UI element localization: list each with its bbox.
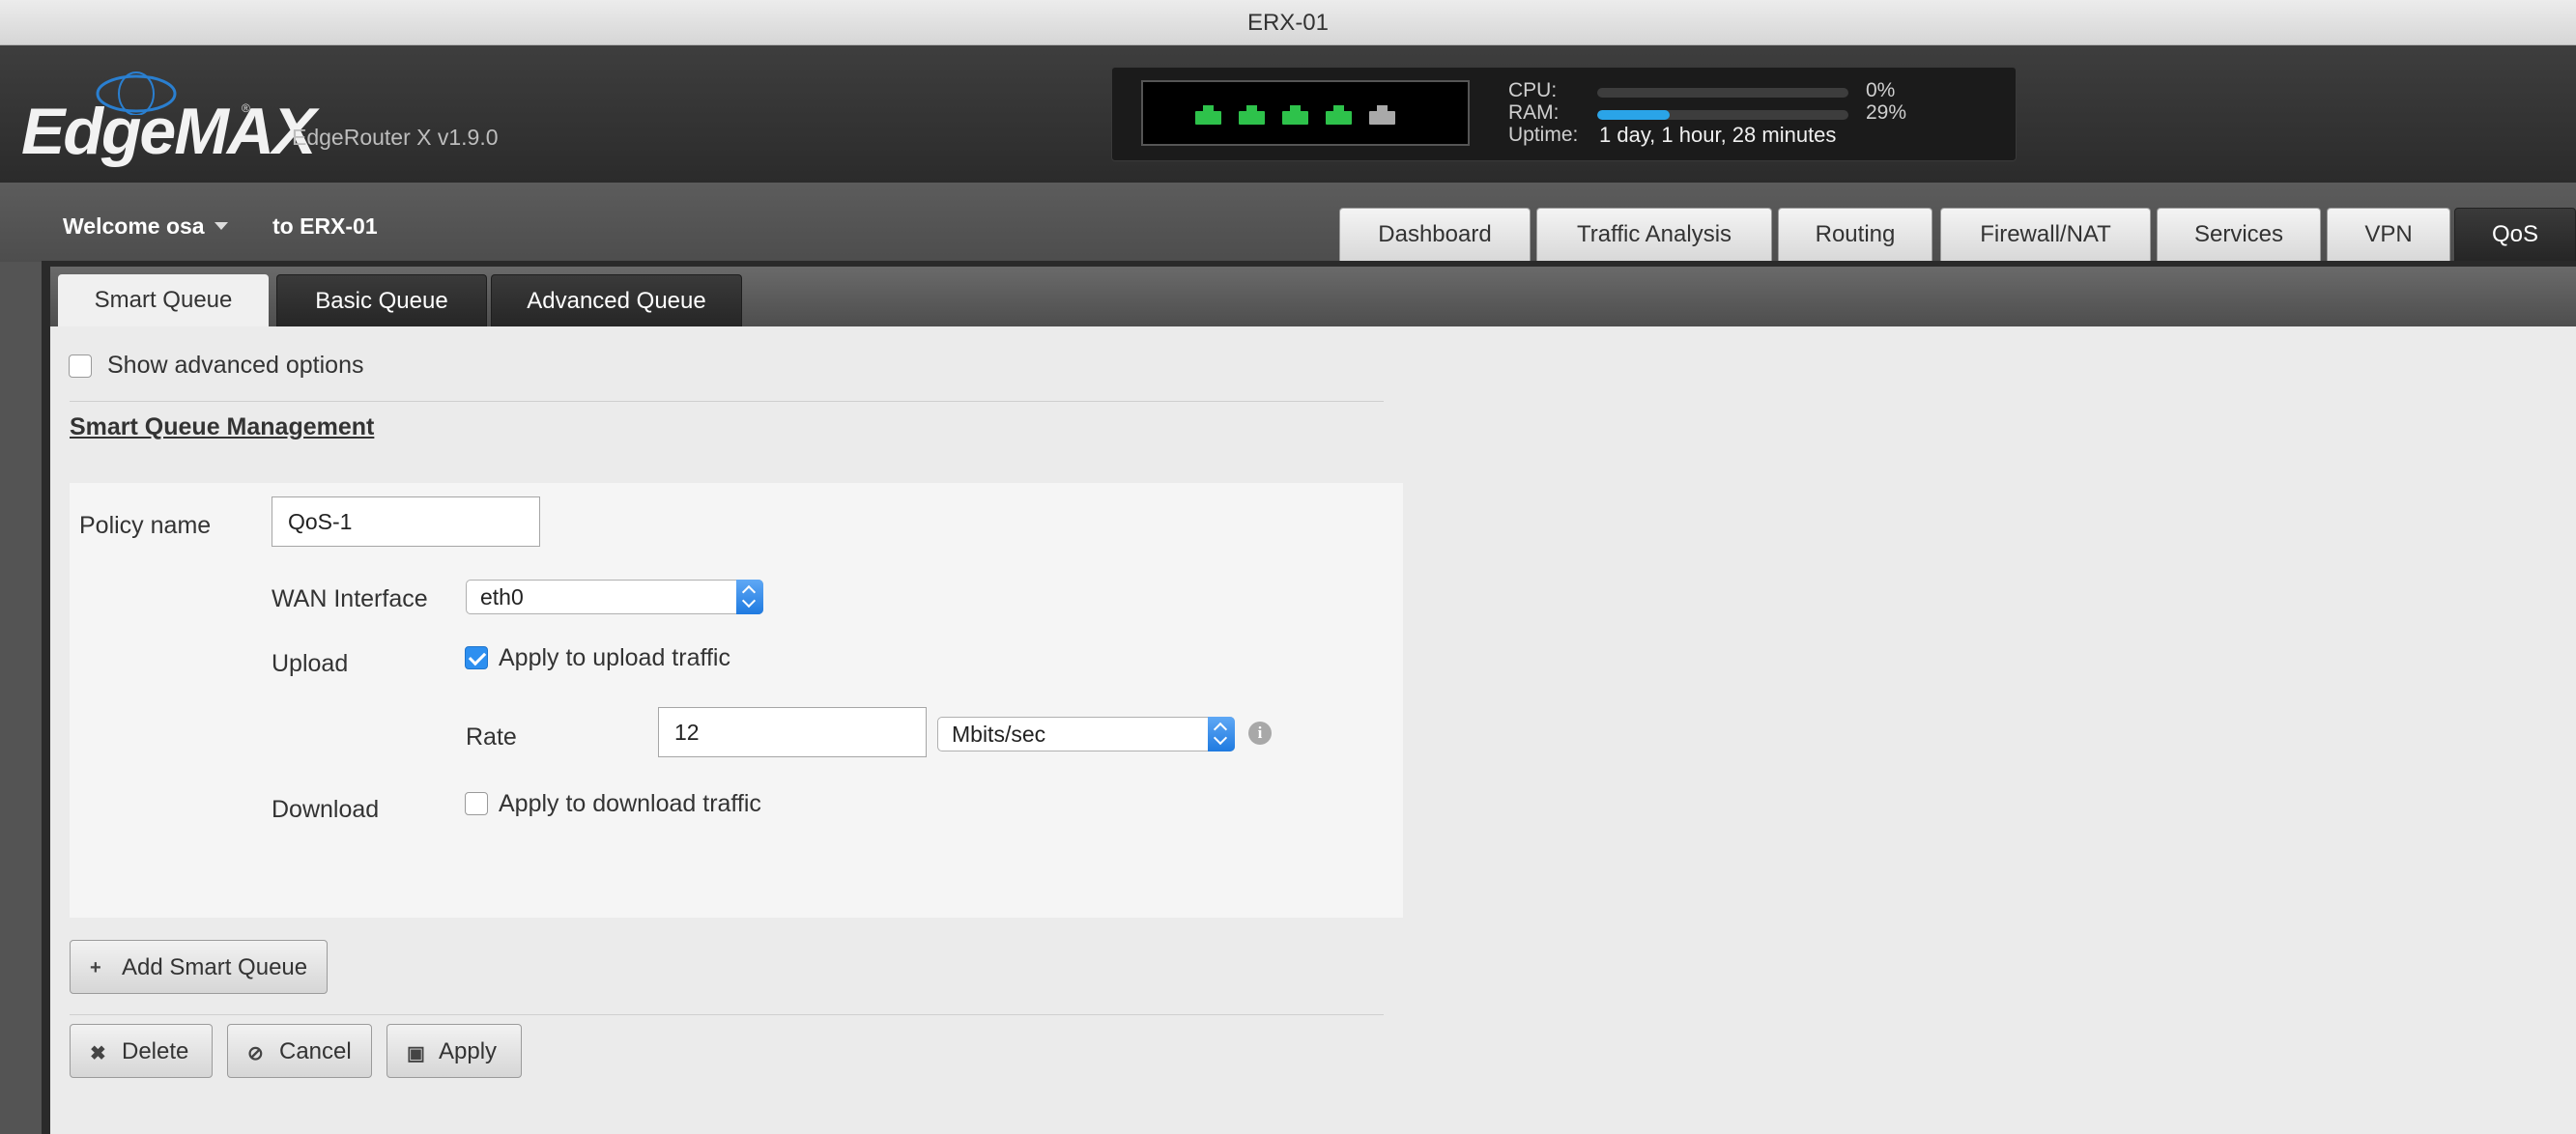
tab-dashboard[interactable]: Dashboard [1339, 208, 1531, 261]
select-arrows-icon[interactable] [736, 580, 763, 614]
show-advanced-checkbox[interactable] [69, 354, 92, 378]
logo-registered-mark: ® [242, 101, 250, 115]
edgemax-logo: EdgeMAX [21, 95, 316, 168]
wan-interface-select[interactable]: eth0 [466, 580, 763, 614]
wan-interface-value: eth0 [480, 584, 524, 610]
cancel-icon: ⊘ [247, 1043, 264, 1064]
subtab-advanced-queue[interactable]: Advanced Queue [491, 274, 742, 326]
uptime-label: Uptime: [1508, 124, 1579, 146]
subtab-basic-queue[interactable]: Basic Queue [276, 274, 487, 326]
divider [70, 401, 1384, 402]
tab-qos[interactable]: QoS [2454, 208, 2576, 261]
port-status-display [1141, 80, 1470, 146]
rate-unit-select[interactable]: Mbits/sec [937, 717, 1235, 751]
divider [70, 1014, 1384, 1015]
host-name: to ERX-01 [272, 213, 378, 239]
save-icon: ▣ [407, 1043, 425, 1064]
download-label: Download [272, 796, 380, 823]
tab-routing[interactable]: Routing [1778, 208, 1932, 261]
add-smart-queue-label: Add Smart Queue [122, 954, 308, 980]
rate-label: Rate [466, 723, 517, 751]
info-icon[interactable]: i [1248, 722, 1272, 745]
cancel-button[interactable]: ⊘ Cancel [227, 1024, 372, 1078]
ethernet-port-icon [1239, 105, 1265, 125]
x-icon: ✖ [90, 1043, 106, 1064]
ram-label: RAM: [1508, 101, 1560, 124]
rate-input[interactable]: 12 [658, 707, 927, 757]
upload-checkbox[interactable] [465, 646, 488, 669]
show-advanced-label[interactable]: Show advanced options [107, 352, 363, 380]
download-checkbox-label[interactable]: Apply to download traffic [499, 790, 761, 818]
window-titlebar: ERX-01 [0, 0, 2576, 45]
cpu-bar [1597, 88, 1848, 98]
subtab-smart-queue[interactable]: Smart Queue [58, 274, 269, 326]
apply-button[interactable]: ▣ Apply [386, 1024, 522, 1078]
tab-traffic-analysis[interactable]: Traffic Analysis [1536, 208, 1772, 261]
app-header: EdgeMAX ® EdgeRouter X v1.9.0 CPU: 0% RA… [0, 45, 2576, 183]
delete-label: Delete [122, 1038, 189, 1064]
policy-name-input[interactable]: QoS-1 [272, 496, 540, 547]
cpu-value: 0% [1866, 79, 1896, 101]
window-title: ERX-01 [1246, 10, 1330, 36]
upload-checkbox-label[interactable]: Apply to upload traffic [499, 644, 730, 672]
ethernet-port-icon [1195, 105, 1221, 125]
ethernet-port-icon [1369, 105, 1395, 125]
select-arrows-icon[interactable] [1208, 717, 1235, 751]
user-menu[interactable]: Welcome osa [63, 213, 205, 240]
queue-policy-panel [70, 483, 1403, 918]
chevron-down-icon[interactable] [215, 222, 228, 230]
policy-name-label: Policy name [79, 512, 212, 539]
add-smart-queue-button[interactable]: + Add Smart Queue [70, 940, 328, 994]
uptime-value: 1 day, 1 hour, 28 minutes [1599, 123, 1837, 147]
tab-vpn[interactable]: VPN [2327, 208, 2450, 261]
ethernet-port-icon [1326, 105, 1352, 125]
download-checkbox[interactable] [465, 792, 488, 815]
rate-unit-value: Mbits/sec [952, 722, 1046, 747]
ram-value: 29% [1866, 101, 1907, 124]
upload-label: Upload [272, 650, 349, 677]
product-version: EdgeRouter X v1.9.0 [292, 125, 499, 150]
plus-icon: + [90, 957, 101, 978]
delete-button[interactable]: ✖ Delete [70, 1024, 213, 1078]
system-status-panel: CPU: 0% RAM: 29% Uptime: 1 day, 1 hour, … [1111, 67, 2017, 161]
apply-label: Apply [439, 1038, 498, 1064]
wan-interface-label: WAN Interface [272, 585, 428, 612]
tab-services[interactable]: Services [2157, 208, 2321, 261]
section-title: Smart Queue Management [70, 413, 375, 440]
cpu-label: CPU: [1508, 79, 1558, 101]
tab-firewall-nat[interactable]: Firewall/NAT [1940, 208, 2151, 261]
ethernet-port-icon [1282, 105, 1308, 125]
cancel-label: Cancel [279, 1038, 352, 1064]
ram-bar [1597, 110, 1848, 120]
